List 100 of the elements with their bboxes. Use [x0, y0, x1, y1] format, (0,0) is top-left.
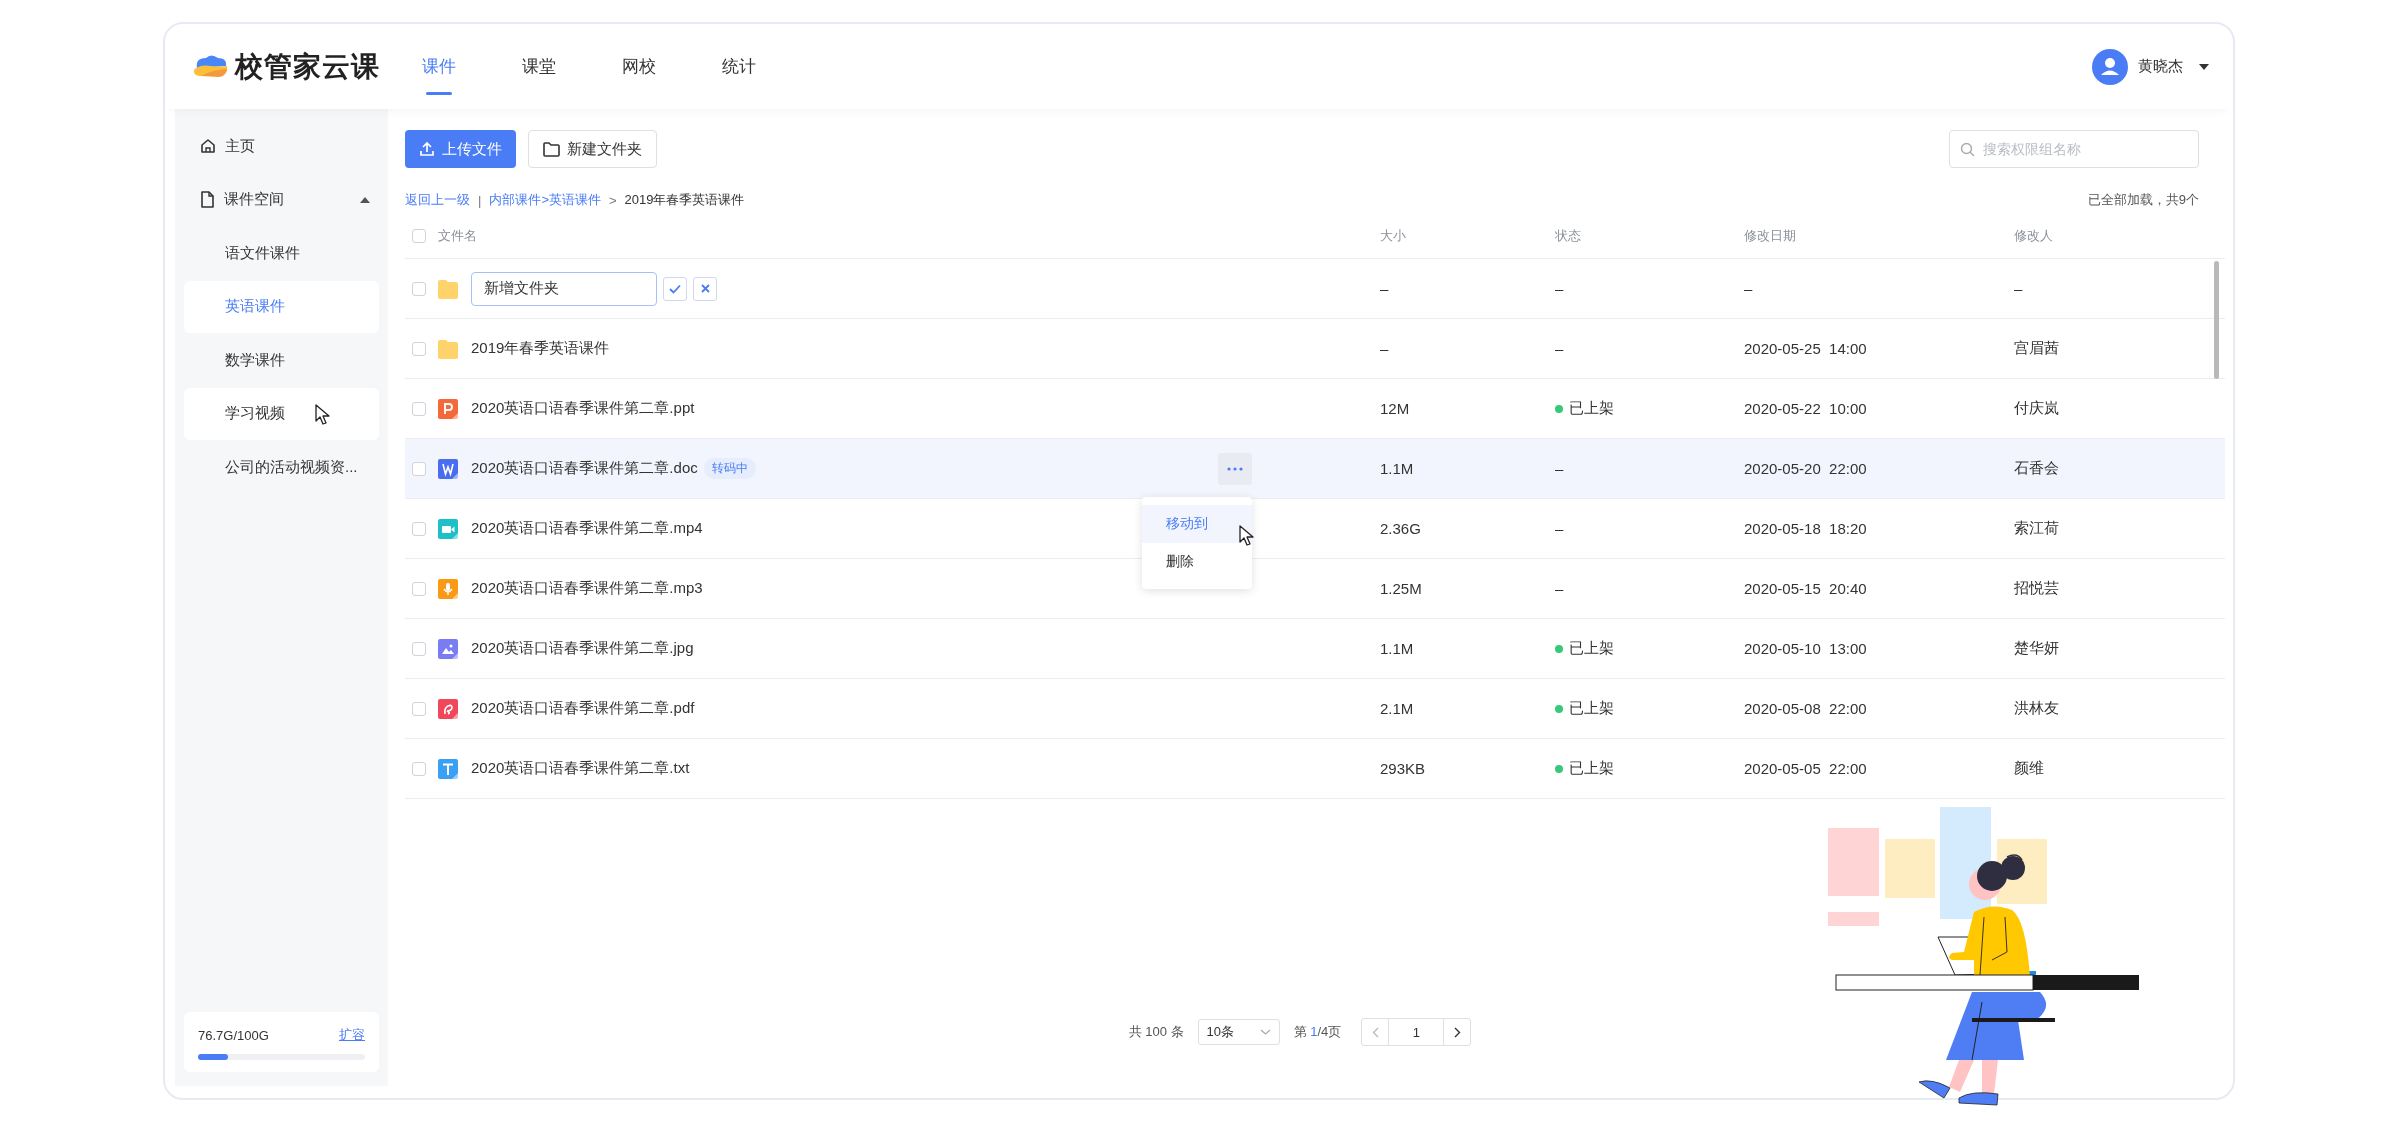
row-checkbox[interactable] [412, 641, 426, 656]
confirm-button[interactable] [663, 276, 687, 301]
home-icon [200, 138, 216, 154]
caret-icon [360, 196, 370, 203]
upload-icon [419, 141, 435, 157]
file-name[interactable]: 2019年春季英语课件 [471, 339, 610, 358]
video-file-icon [438, 518, 458, 539]
column-header: 状态 [1555, 228, 1581, 243]
modified-date: 2020-05-10 13:00 [1744, 640, 1867, 657]
file-size: 293KB [1380, 760, 1426, 777]
file-status: 已上架 [1569, 759, 1614, 778]
storage-usage: 76.7G/100G [198, 1027, 269, 1043]
editor-name: 付庆岚 [2014, 399, 2059, 416]
column-header: 修改日期 [1744, 228, 1796, 243]
sidebar-item[interactable]: 数学课件 [184, 334, 379, 386]
file-name[interactable]: 2020英语口语春季课件第二章.pdf [471, 699, 695, 718]
modified-date: 2020-05-22 10:00 [1744, 400, 1867, 417]
file-name[interactable]: 2020英语口语春季课件第二章.doc [471, 459, 698, 478]
new-folder-button[interactable]: 新建文件夹 [528, 130, 657, 168]
user-name[interactable]: 黄晓杰 [2138, 57, 2183, 76]
file-status: – [1555, 280, 1564, 297]
row-checkbox[interactable] [412, 281, 426, 296]
select-all-checkbox[interactable] [412, 229, 426, 243]
scrollbar[interactable] [2214, 261, 2219, 379]
text-file-icon [438, 758, 458, 779]
breadcrumb-current: 2019年春季英语课件 [624, 191, 745, 209]
user-avatar-icon [2092, 48, 2128, 85]
nav-tab[interactable]: 网校 [622, 24, 656, 109]
row-checkbox[interactable] [412, 521, 426, 536]
search-field[interactable]: 搜索权限组名称 [1949, 130, 2199, 168]
editor-name: 石香会 [2014, 459, 2059, 476]
row-checkbox[interactable] [412, 701, 426, 716]
editor-name: 洪林友 [2014, 699, 2059, 716]
file-status: 已上架 [1569, 639, 1614, 658]
check-icon [669, 283, 681, 294]
file-name[interactable]: 2020英语口语春季课件第二章.mp3 [471, 579, 703, 598]
sidebar-item[interactable]: 公司的活动视频资... [184, 441, 379, 493]
column-header: 文件名 [438, 227, 477, 245]
sidebar-item[interactable]: 学习视频 [184, 387, 379, 440]
folder-icon [543, 141, 560, 157]
search-icon [1960, 141, 1975, 157]
chevron-right-icon [1453, 1026, 1461, 1038]
modified-date: 2020-05-18 18:20 [1744, 520, 1867, 537]
upload-button[interactable]: 上传文件 [405, 130, 516, 168]
row-checkbox[interactable] [412, 341, 426, 356]
page-input[interactable]: 1 [1389, 1018, 1444, 1046]
logo-icon [191, 53, 229, 80]
sidebar-item[interactable]: 语文件课件 [184, 227, 379, 279]
column-header: 大小 [1380, 228, 1406, 243]
cancel-button[interactable] [693, 276, 717, 301]
chevron-left-icon [1371, 1026, 1379, 1038]
editor-name: 颜维 [2014, 759, 2044, 776]
expand-link[interactable]: 扩容 [339, 1026, 365, 1044]
row-checkbox[interactable] [412, 401, 426, 416]
row-checkbox[interactable] [412, 761, 426, 776]
page-size-select[interactable]: 10条 [1197, 1019, 1280, 1045]
caret-icon [2199, 63, 2209, 70]
file-status: 已上架 [1569, 699, 1614, 718]
file-size: 1.1M [1380, 460, 1414, 477]
pdf-file-icon [438, 698, 458, 719]
folder-name-input[interactable]: 新增文件夹 [482, 279, 646, 298]
breadcrumb-link[interactable]: 内部课件>英语课件 [489, 191, 601, 209]
file-icon [200, 191, 215, 208]
modified-date: 2020-05-15 20:40 [1744, 580, 1867, 597]
separator: | [478, 192, 482, 208]
row-checkbox[interactable] [412, 461, 426, 476]
page-info: 第 1/4页 [1293, 1023, 1342, 1041]
modified-date: 2020-05-05 22:00 [1744, 760, 1867, 777]
breadcrumb-arrow: > [609, 192, 617, 208]
menu-item[interactable]: 移动到 [1142, 504, 1252, 543]
editor-name: 宫眉茜 [2014, 339, 2059, 356]
more-button[interactable] [1218, 452, 1252, 485]
editor-name: 楚华妍 [2014, 639, 2059, 656]
column-header: 修改人 [2014, 228, 2053, 243]
modified-date: 2020-05-08 22:00 [1744, 700, 1867, 717]
next-page-button[interactable] [1443, 1018, 1472, 1046]
menu-item[interactable]: 删除 [1142, 542, 1252, 581]
file-status: 已上架 [1569, 399, 1614, 418]
file-name[interactable]: 2020英语口语春季课件第二章.mp4 [471, 519, 703, 538]
sidebar-item[interactable]: 课件空间 [184, 173, 379, 226]
sidebar-item[interactable]: 英语课件 [184, 280, 379, 333]
file-name[interactable]: 2020英语口语春季课件第二章.txt [471, 759, 690, 778]
nav-tab[interactable]: 课堂 [522, 24, 556, 109]
row-checkbox[interactable] [412, 581, 426, 596]
file-size: 1.25M [1380, 580, 1422, 597]
file-name[interactable]: 2020英语口语春季课件第二章.ppt [471, 399, 695, 418]
nav-tab[interactable]: 课件 [422, 24, 456, 109]
presentation-file-icon [438, 398, 458, 419]
file-size: 1.1M [1380, 640, 1414, 657]
status-tag: 转码中 [703, 458, 756, 479]
search-input[interactable]: 搜索权限组名称 [1981, 140, 2188, 158]
file-size: – [1380, 340, 1389, 357]
modified-date: 2020-05-20 22:00 [1744, 460, 1867, 477]
folder-name-field[interactable]: 新增文件夹 [471, 271, 657, 306]
nav-tab[interactable]: 统计 [722, 24, 756, 109]
editor-name: 索江荷 [2014, 519, 2059, 536]
back-link[interactable]: 返回上一级 [405, 191, 470, 209]
sidebar-item[interactable]: 主页 [184, 120, 379, 172]
file-name[interactable]: 2020英语口语春季课件第二章.jpg [471, 639, 694, 658]
file-status: – [1555, 520, 1564, 537]
